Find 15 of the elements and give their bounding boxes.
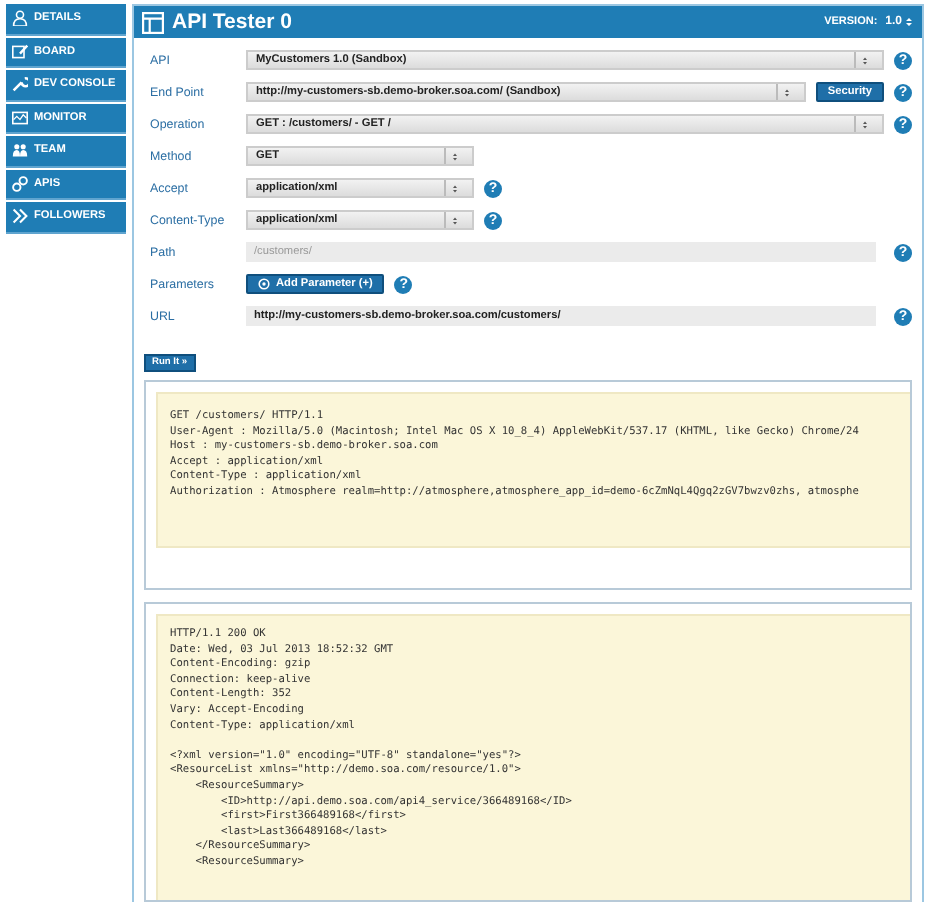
- select-arrows-icon: [860, 53, 870, 67]
- board-icon: [12, 43, 28, 60]
- select-arrows-icon: [781, 85, 792, 99]
- select-arrows-icon: [860, 117, 870, 131]
- select-arrows-icon: [450, 181, 460, 195]
- monitor-chart-icon: [12, 109, 28, 126]
- person-icon: [12, 10, 28, 27]
- select-arrows-icon: [450, 213, 460, 227]
- window-icon: [142, 11, 164, 33]
- chain-link-icon: [12, 175, 28, 192]
- select-arrows-icon: [904, 16, 914, 28]
- double-chevron-icon: [12, 208, 28, 225]
- people-icon: [12, 142, 28, 159]
- page-title: API Tester 0: [172, 10, 292, 34]
- select-arrows-icon: [450, 149, 460, 163]
